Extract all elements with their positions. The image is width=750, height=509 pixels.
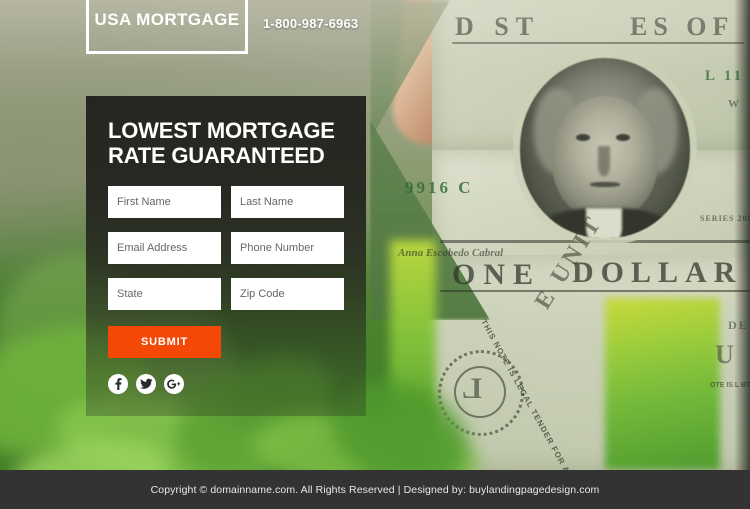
copyright-text: Copyright © domainname.com. All Rights R… <box>150 483 600 496</box>
phone-number-link[interactable]: 1-800-987-6963 <box>263 16 358 31</box>
site-footer: Copyright © domainname.com. All Rights R… <box>0 470 750 509</box>
zip-code-input[interactable] <box>231 278 344 310</box>
treasury-seal-letter: L <box>462 372 483 405</box>
state-input[interactable] <box>108 278 221 310</box>
right-edge-vignette <box>734 0 750 470</box>
site-header: USA MORTGAGE 1-800-987-6963 <box>0 0 750 58</box>
last-name-input[interactable] <box>231 186 344 218</box>
logo[interactable]: USA MORTGAGE <box>86 0 248 54</box>
form-row <box>108 186 344 218</box>
dollar-bill-door-cutout <box>605 298 720 470</box>
twitter-icon[interactable] <box>136 374 156 394</box>
form-row <box>108 278 344 310</box>
form-row <box>108 232 344 264</box>
landing-page: L D ST ES OF ONE DOLLAR 9916 C L 11 SERI… <box>0 0 750 509</box>
headline-line-1: LOWEST MORTGAGE <box>108 118 335 143</box>
lead-capture-panel: LOWEST MORTGAGE RATE GUARANTEED SUBMIT <box>86 96 366 416</box>
email-address-input[interactable] <box>108 232 221 264</box>
lead-form: SUBMIT <box>108 186 344 358</box>
first-name-input[interactable] <box>108 186 221 218</box>
page-title: LOWEST MORTGAGE RATE GUARANTEED <box>108 118 348 168</box>
headline-line-2: RATE GUARANTEED <box>108 143 325 168</box>
googleplus-icon[interactable] <box>164 374 184 394</box>
submit-button[interactable]: SUBMIT <box>108 326 221 358</box>
bill-frame-line <box>440 290 750 292</box>
social-links <box>108 374 366 394</box>
bill-frame-line <box>440 240 750 243</box>
facebook-icon[interactable] <box>108 374 128 394</box>
phone-number-input[interactable] <box>231 232 344 264</box>
washington-portrait <box>520 58 690 238</box>
logo-text: USA MORTGAGE <box>94 10 240 29</box>
